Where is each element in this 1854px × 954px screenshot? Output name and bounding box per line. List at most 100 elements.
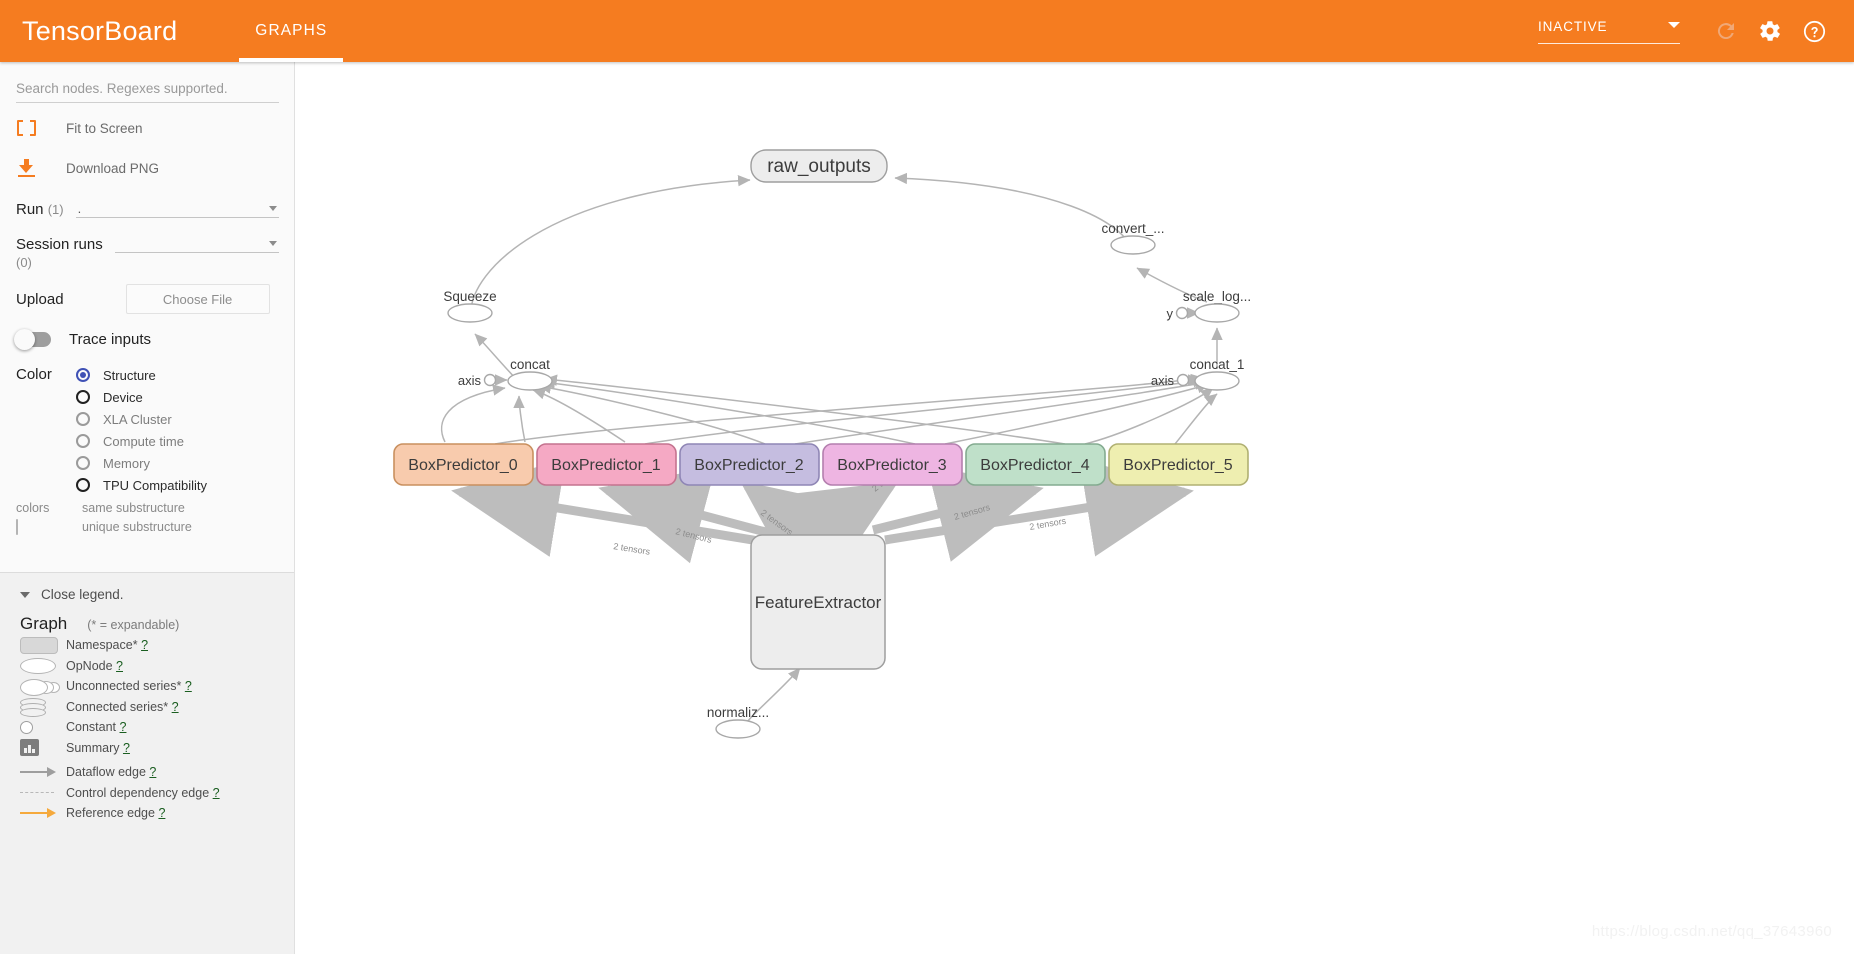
radio-structure[interactable]: Structure <box>76 364 207 386</box>
graph-canvas[interactable]: 2 tensors 2 tensors 2 tensors 2 tensors … <box>295 62 1854 954</box>
unique-substructure-row: unique substructure <box>0 519 295 535</box>
legend-label: Dataflow edge <box>66 765 146 780</box>
help-link[interactable]: ? <box>141 638 148 652</box>
node-concat-axis[interactable]: axis <box>458 373 497 388</box>
app-brand: TensorBoard <box>22 15 178 46</box>
node-box-predictor-3[interactable]: BoxPredictor_3 <box>822 443 963 486</box>
help-link[interactable]: ? <box>172 700 179 714</box>
settings-button[interactable] <box>1750 11 1790 51</box>
namespace-icon <box>20 636 66 654</box>
node-concat[interactable]: concat <box>507 357 553 391</box>
radio-xla-cluster[interactable]: XLA Cluster <box>76 408 207 430</box>
session-runs-label: Session runs <box>16 236 103 253</box>
help-link[interactable]: ? <box>116 659 123 673</box>
legend-item-summary: Summary ? <box>0 739 294 758</box>
legend-label: Unconnected series* <box>66 679 182 694</box>
legend-item-unconnected-series: Unconnected series* ? <box>0 677 294 696</box>
help-link[interactable]: ? <box>149 765 156 779</box>
unconnected-series-icon <box>20 678 66 696</box>
fit-to-screen-icon <box>17 120 36 136</box>
node-concat-1[interactable]: concat_1 <box>1190 357 1245 391</box>
run-count: (1) <box>47 202 64 217</box>
node-label: axis <box>458 373 482 388</box>
node-scale-log[interactable]: scale_log... <box>1183 289 1251 323</box>
download-png-button[interactable]: Download PNG <box>0 153 295 183</box>
top-bar: TensorBoard GRAPHS INACTIVE <box>0 0 1854 62</box>
run-status-select[interactable]: INACTIVE <box>1538 18 1680 44</box>
node-squeeze[interactable]: Squeeze <box>443 289 497 323</box>
run-select[interactable]: . <box>75 197 279 218</box>
upload-label: Upload <box>16 290 64 308</box>
radio-icon <box>76 478 90 492</box>
legend-item-opnode: OpNode ? <box>0 657 294 676</box>
chevron-down-icon <box>269 241 277 246</box>
node-y[interactable]: y <box>1167 306 1189 321</box>
search-input[interactable] <box>16 81 279 103</box>
help-link[interactable]: ? <box>120 720 127 734</box>
node-concat-1-axis[interactable]: axis <box>1151 373 1190 388</box>
chevron-down-icon <box>20 591 30 598</box>
constant-icon <box>20 720 66 734</box>
sidebar-controls: Fit to Screen Download PNG Run (1) . <box>0 62 295 572</box>
opnode-icon <box>20 657 66 674</box>
upload-row: Upload Choose File <box>0 284 295 314</box>
node-label: scale_log... <box>1183 289 1251 304</box>
run-row: Run (1) . <box>0 197 295 218</box>
choose-file-button[interactable]: Choose File <box>125 284 270 314</box>
help-link[interactable]: ? <box>123 741 130 755</box>
gear-icon <box>1760 21 1780 41</box>
tab-graphs[interactable]: GRAPHS <box>239 0 344 62</box>
trace-inputs-toggle[interactable] <box>14 329 51 350</box>
node-feature-extractor[interactable]: FeatureExtractor <box>750 534 886 670</box>
help-button[interactable] <box>1794 11 1834 51</box>
help-link[interactable]: ? <box>185 679 192 693</box>
download-png-label: Download PNG <box>66 160 160 176</box>
refresh-button[interactable] <box>1706 11 1746 51</box>
close-legend-button[interactable]: Close legend. <box>0 587 294 602</box>
legend-label: Control dependency edge <box>66 785 210 800</box>
color-section: Color Structure Device XLA Cluster Compu… <box>0 364 295 496</box>
feature-extractor-edges <box>451 458 1194 585</box>
session-runs-count: (0) <box>16 255 32 270</box>
node-raw-outputs[interactable]: raw_outputs <box>750 149 888 183</box>
node-label: BoxPredictor_2 <box>694 457 803 474</box>
legend-label: Summary <box>66 740 120 755</box>
node-box-predictor-4[interactable]: BoxPredictor_4 <box>965 443 1106 486</box>
control-dependency-edge-icon <box>20 792 66 794</box>
fit-to-screen-button[interactable]: Fit to Screen <box>0 113 295 143</box>
radio-memory[interactable]: Memory <box>76 452 207 474</box>
fit-to-screen-label: Fit to Screen <box>66 120 143 136</box>
node-normalize[interactable]: normaliz... <box>707 705 769 739</box>
search-row <box>0 62 295 103</box>
node-convert[interactable]: convert_... <box>1101 221 1165 255</box>
same-substructure-label: same substructure <box>82 501 185 515</box>
run-status-value: INACTIVE <box>1538 19 1608 34</box>
radio-icon <box>76 412 90 426</box>
radio-device[interactable]: Device <box>76 386 207 408</box>
same-substructure-row: colors same substructure <box>0 501 295 515</box>
help-link[interactable]: ? <box>158 806 165 820</box>
legend-item-dataflow-edge: Dataflow edge ? <box>0 763 294 782</box>
node-label: BoxPredictor_3 <box>837 457 946 474</box>
node-box-predictor-1[interactable]: BoxPredictor_1 <box>536 443 677 486</box>
node-box-predictor-2[interactable]: BoxPredictor_2 <box>679 443 820 486</box>
download-icon <box>17 159 36 177</box>
legend-label: Reference edge <box>66 806 155 821</box>
radio-compute-time[interactable]: Compute time <box>76 430 207 452</box>
watermark: https://blog.csdn.net/qq_37643960 <box>1591 923 1832 940</box>
node-box-predictor-5[interactable]: BoxPredictor_5 <box>1108 443 1249 486</box>
sidebar: Fit to Screen Download PNG Run (1) . <box>0 62 295 954</box>
colors-key: colors <box>16 501 50 515</box>
trace-inputs-label: Trace inputs <box>69 331 151 348</box>
help-link[interactable]: ? <box>213 786 220 800</box>
close-legend-label: Close legend. <box>41 587 124 602</box>
node-box-predictor-0[interactable]: BoxPredictor_0 <box>393 443 534 486</box>
node-label: concat_1 <box>1190 357 1245 372</box>
session-runs-select[interactable] <box>114 232 279 253</box>
node-label: y <box>1167 306 1174 321</box>
legend-item-connected-series: Connected series* ? <box>0 698 294 718</box>
chevron-down-icon <box>1668 22 1680 28</box>
node-label: Squeeze <box>443 289 496 304</box>
radio-tpu-compatibility[interactable]: TPU Compatibility <box>76 474 207 496</box>
run-label: Run (1) <box>16 201 64 218</box>
